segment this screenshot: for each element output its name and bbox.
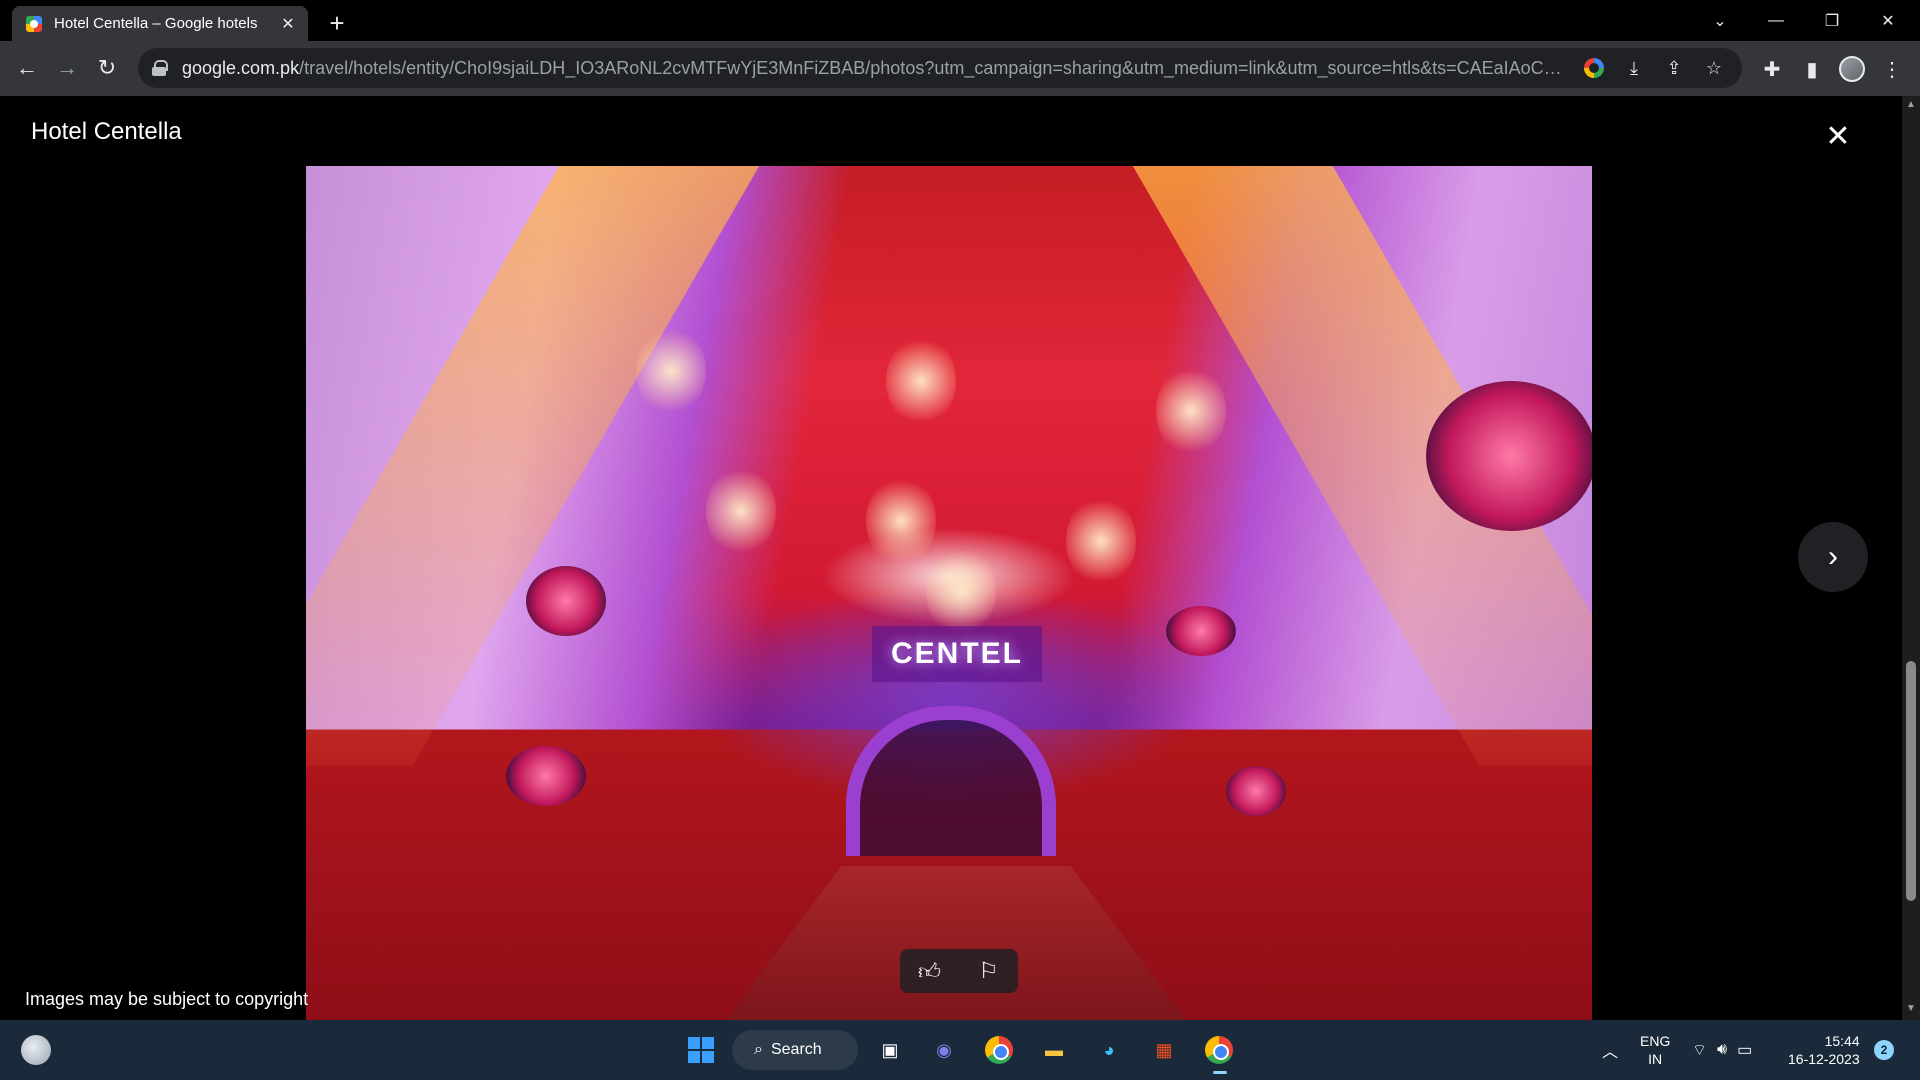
taskbar-search-label: Search bbox=[770, 1041, 822, 1058]
chrome-icon bbox=[985, 1036, 1013, 1064]
microsoft-store-icon[interactable]: ▦ bbox=[1146, 1032, 1182, 1068]
photo-venue-sign: CENTEL bbox=[872, 626, 1042, 682]
wifi-icon: ⌔ bbox=[1692, 1042, 1708, 1059]
start-button[interactable] bbox=[683, 1032, 719, 1068]
notification-badge: 2 bbox=[1874, 1040, 1894, 1060]
lang-region: IN bbox=[1648, 1051, 1663, 1067]
new-tab-button[interactable]: + bbox=[322, 8, 352, 38]
close-viewer-icon[interactable]: ✕ bbox=[1816, 114, 1860, 158]
google-g-icon bbox=[1584, 58, 1604, 78]
hotel-photo: CENTEL bbox=[306, 166, 1592, 1020]
avatar bbox=[1839, 56, 1865, 82]
active-window-indicator bbox=[1213, 1071, 1227, 1074]
tab-title: Hotel Centella – Google hotels bbox=[54, 15, 258, 32]
scroll-down-arrow-icon[interactable]: ▼ bbox=[1906, 1004, 1916, 1014]
tab-search-chevron-icon[interactable]: ⌄ bbox=[1692, 0, 1748, 41]
volume-icon: 🔊︎ bbox=[1717, 1041, 1728, 1058]
more-menu-icon[interactable]: ⋮ bbox=[1876, 53, 1908, 85]
report-flag-icon[interactable]: ⚐ bbox=[967, 949, 1011, 993]
side-panel-icon[interactable]: ▮ bbox=[1796, 53, 1828, 85]
thumbs-up-icon[interactable]: 👍︎ bbox=[908, 949, 952, 993]
lock-icon[interactable] bbox=[152, 60, 168, 76]
clock[interactable]: 15:44 16-12-2023 bbox=[1788, 1020, 1860, 1080]
photo-chandelier bbox=[1066, 496, 1136, 586]
photo-flower-arrangement bbox=[506, 746, 586, 806]
photo-actions: 👍︎ ⚐ bbox=[900, 949, 1018, 993]
profile-avatar[interactable] bbox=[1836, 53, 1868, 85]
google-hotels-favicon-icon bbox=[26, 15, 42, 32]
search-icon: ⌕ bbox=[754, 1041, 763, 1058]
photo-chandelier bbox=[706, 466, 776, 556]
file-explorer-icon[interactable]: ▬ bbox=[1036, 1032, 1072, 1068]
url-path: /travel/hotels/entity/ChoI9sjaiLDH_IO3AR… bbox=[299, 57, 1570, 78]
extensions-puzzle-icon[interactable]: ✚ bbox=[1756, 53, 1788, 85]
minimize-button[interactable]: — bbox=[1748, 0, 1804, 41]
chrome-profile-icon bbox=[1205, 1036, 1233, 1064]
taskbar-search[interactable]: ⌕ Search bbox=[732, 1030, 858, 1070]
photo-chandelier bbox=[1156, 366, 1226, 456]
photo-flower-arrangement bbox=[526, 566, 606, 636]
reload-icon[interactable]: ↻ bbox=[91, 52, 123, 84]
chrome-taskbar-icon[interactable] bbox=[981, 1032, 1017, 1068]
task-view-icon[interactable]: ▣ bbox=[872, 1032, 908, 1068]
weather-widget[interactable] bbox=[18, 1032, 54, 1068]
scrollbar-thumb[interactable] bbox=[1906, 661, 1916, 901]
battery-icon: ▭ bbox=[1737, 1042, 1753, 1059]
chrome-active-window[interactable] bbox=[1201, 1032, 1237, 1074]
share-icon[interactable]: ⇪ bbox=[1658, 52, 1690, 84]
system-tray[interactable]: ⌔ 🔊︎ ▭ bbox=[1692, 1020, 1752, 1080]
photo-carpet-aisle bbox=[726, 866, 1186, 1020]
back-arrow-icon[interactable]: ← bbox=[11, 52, 43, 84]
teams-chat-icon[interactable]: ◉ bbox=[926, 1032, 962, 1068]
photo-flower-arrangement bbox=[1226, 766, 1286, 816]
close-window-button[interactable]: ✕ bbox=[1860, 0, 1916, 41]
forward-arrow-icon[interactable]: → bbox=[51, 52, 83, 84]
viewer-title: Hotel Centella bbox=[31, 118, 182, 145]
show-hidden-icons[interactable]: ︿ bbox=[1602, 1020, 1618, 1080]
photo-flower-arrangement bbox=[1166, 606, 1236, 656]
photo-ceiling-beam-left bbox=[306, 166, 760, 766]
input-language[interactable]: ENG IN bbox=[1640, 1020, 1670, 1080]
photo-floral-arch bbox=[846, 706, 1056, 856]
bookmark-star-icon[interactable]: ☆ bbox=[1698, 52, 1730, 84]
tab-close-icon[interactable]: ✕ bbox=[278, 14, 298, 34]
url-host: google.com.pk bbox=[182, 57, 300, 78]
browser-toolbar: ← → ↻ google.com.pk/travel/hotels/entity… bbox=[0, 41, 1920, 96]
lang-code: ENG bbox=[1640, 1033, 1671, 1049]
google-lens-icon[interactable] bbox=[1578, 52, 1610, 84]
windows-logo-icon bbox=[688, 1037, 714, 1063]
page-scrollbar[interactable]: ▲ ▼ bbox=[1902, 96, 1920, 1020]
edge-icon[interactable]: ◕ bbox=[1091, 1032, 1127, 1068]
photo-flower-arrangement bbox=[1426, 381, 1592, 531]
install-app-icon[interactable]: ⤓ bbox=[1618, 52, 1650, 84]
photo-chandelier bbox=[636, 326, 706, 416]
clock-date: 16-12-2023 bbox=[1788, 1051, 1860, 1067]
photo-chandelier bbox=[886, 336, 956, 426]
tab-strip: Hotel Centella – Google hotels ✕ + ⌄ — ❐… bbox=[0, 0, 1920, 41]
notification-center[interactable]: 2 bbox=[1874, 1020, 1894, 1080]
url-text[interactable]: google.com.pk/travel/hotels/entity/ChoI9… bbox=[182, 58, 1570, 79]
clock-time: 15:44 bbox=[1824, 1033, 1860, 1049]
browser-tab[interactable]: Hotel Centella – Google hotels ✕ bbox=[12, 6, 308, 41]
copyright-notice: Images may be subject to copyright bbox=[25, 989, 309, 1009]
weather-cloud-icon bbox=[21, 1035, 51, 1065]
taskbar: ⌕ Search ▣ ◉ ▬ ◕ ▦ ︿ ENG IN ⌔ 🔊︎ ▭ 15:44… bbox=[0, 1020, 1920, 1080]
photo-chandelier bbox=[866, 476, 936, 566]
photo-viewer: Hotel Centella ✕ CENTEL › 👍︎ ⚐ Images ma… bbox=[0, 96, 1902, 1020]
scroll-up-arrow-icon[interactable]: ▲ bbox=[1906, 100, 1916, 110]
chevron-up-icon: ︿ bbox=[1602, 1044, 1619, 1061]
next-photo-button[interactable]: › bbox=[1798, 522, 1868, 592]
address-bar[interactable]: google.com.pk/travel/hotels/entity/ChoI9… bbox=[138, 48, 1742, 88]
photo-chandelier bbox=[926, 546, 996, 636]
restore-button[interactable]: ❐ bbox=[1804, 0, 1860, 41]
